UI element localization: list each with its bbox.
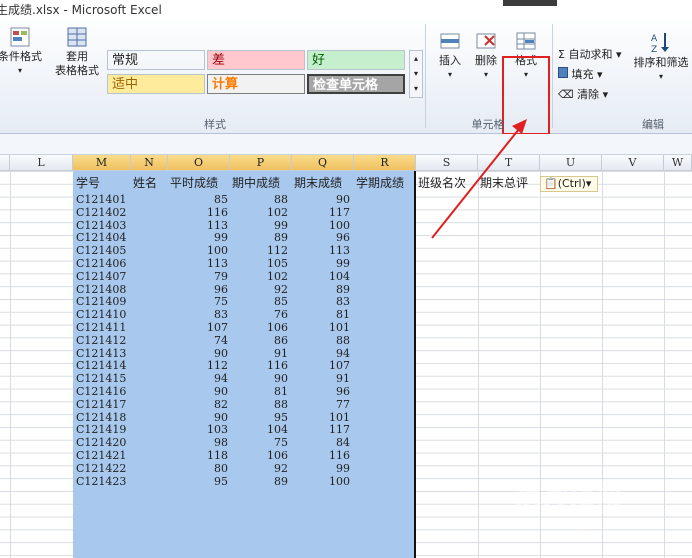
watermark-url: zhinan.sogou.com (520, 518, 630, 532)
watermark-title: 搜狗指南 (515, 480, 624, 510)
